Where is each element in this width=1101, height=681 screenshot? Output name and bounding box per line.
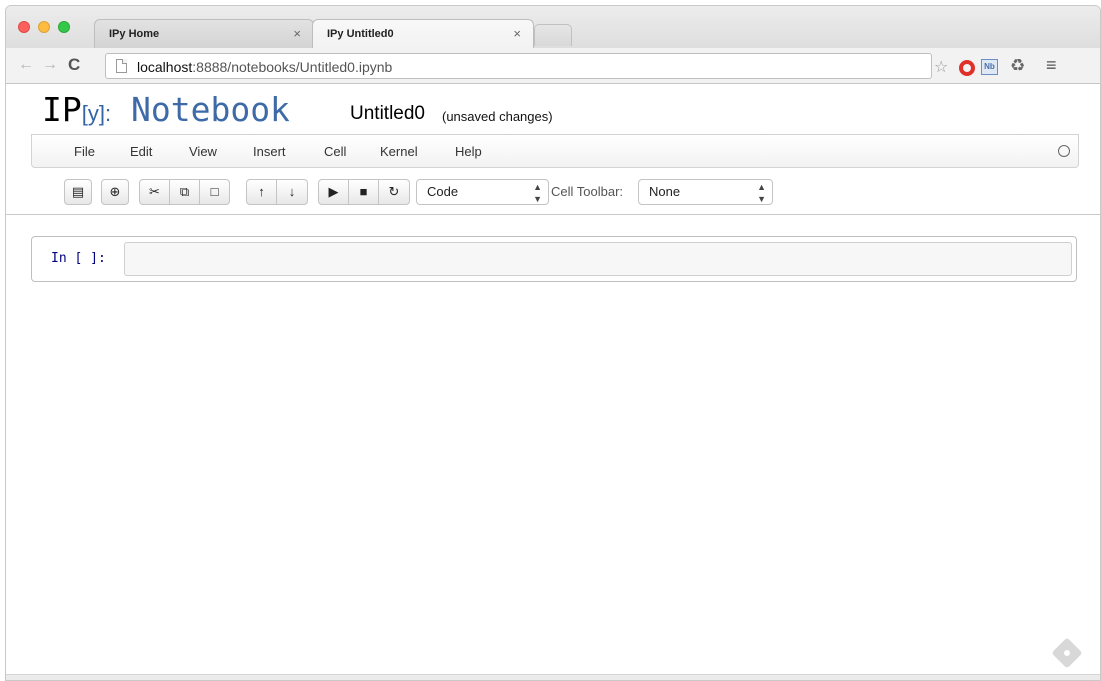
tab-close-icon[interactable]: × [293,26,301,41]
restart-button[interactable]: ↻ [379,179,410,205]
reload-icon[interactable]: C [68,55,80,75]
menu-cell[interactable]: Cell [324,144,346,159]
tab-label: IPy Home [109,28,160,40]
close-window-button[interactable] [18,21,30,33]
tab-strip: IPy Home × IPy Untitled0 × [6,6,1100,48]
copy-icon: ⧉ [179,184,190,199]
zoom-window-button[interactable] [58,21,70,33]
insert-cell-button[interactable]: ⊕ [101,179,129,205]
tab-close-icon[interactable]: × [513,26,521,41]
url-text: localhost:8888/notebooks/Untitled0.ipynb [137,59,393,75]
url-input[interactable]: localhost:8888/notebooks/Untitled0.ipynb [105,53,932,79]
nb-extension-icon[interactable]: Nb [981,59,998,75]
code-input[interactable] [124,242,1072,276]
star-icon[interactable]: ☆ [934,57,948,77]
scissors-icon: ✂ [149,184,160,199]
address-bar-row: ← → C localhost:8888/notebooks/Untitled0… [6,48,1100,84]
play-icon: ▶ [328,184,339,199]
new-tab-button[interactable] [534,24,572,46]
cell-type-select[interactable]: Code ▲ ▼ [416,179,549,205]
move-down-button[interactable]: ↓ [277,179,308,205]
opera-icon[interactable] [959,60,975,76]
diamond-icon [1051,637,1083,669]
page-icon [116,59,127,73]
tab-label: IPy Untitled0 [327,28,394,40]
window-bottom-edge [6,674,1100,680]
plus-circle-icon: ⊕ [109,184,121,199]
notebook-header: IP[y]: Notebook Untitled0 (unsaved chang… [6,84,1100,134]
save-status: (unsaved changes) [442,109,553,124]
cell-toolbar-select[interactable]: None ▲ ▼ [638,179,773,205]
menu-bar: File Edit View Insert Cell Kernel Help [31,134,1079,168]
notebook-page: IP[y]: Notebook Untitled0 (unsaved chang… [6,84,1100,680]
menu-help[interactable]: Help [455,144,482,159]
code-cell[interactable]: In [ ]: [31,236,1077,282]
save-button[interactable]: ▤ [64,179,92,205]
kernel-status-icon [1058,145,1070,157]
floppy-disk-icon: ▤ [71,184,85,199]
menu-edit[interactable]: Edit [130,144,152,159]
restart-icon: ↻ [388,184,400,199]
arrow-down-icon: ↓ [288,184,296,199]
toolbar: ▤ ⊕ ✂ ⧉ □ ↑ ↓ ▶ ■ ↻ Code ▲ ▼ Cell Toolbar… [6,168,1100,214]
minimize-window-button[interactable] [38,21,50,33]
menu-kernel[interactable]: Kernel [380,144,418,159]
input-prompt: In [ ]: [51,251,106,266]
menu-file[interactable]: File [74,144,95,159]
header-divider [6,214,1100,215]
browser-window: IPy Home × IPy Untitled0 × ← → C localho… [5,5,1101,681]
copy-button[interactable]: ⧉ [170,179,200,205]
stop-icon: ■ [359,184,368,199]
interrupt-button[interactable]: ■ [349,179,379,205]
paste-icon: □ [210,184,219,199]
move-up-button[interactable]: ↑ [246,179,277,205]
tab-ipy-home[interactable]: IPy Home × [94,19,314,48]
arrow-up-icon: ↑ [258,184,265,199]
cut-button[interactable]: ✂ [139,179,170,205]
back-arrow-icon[interactable]: ← [18,56,34,74]
tab-ipy-untitled0[interactable]: IPy Untitled0 × [312,19,534,48]
run-button[interactable]: ▶ [318,179,349,205]
paste-button[interactable]: □ [200,179,230,205]
notebook-name[interactable]: Untitled0 [350,103,425,125]
menu-insert[interactable]: Insert [253,144,286,159]
ipython-logo[interactable]: IP[y]: Notebook [42,90,290,129]
cell-toolbar-label: Cell Toolbar: [551,184,624,199]
forward-arrow-icon[interactable]: → [42,56,58,74]
menu-view[interactable]: View [189,144,217,159]
hamburger-menu-icon[interactable]: ≡ [1046,55,1057,76]
select-arrows-icon: ▲ ▼ [757,182,766,204]
select-arrows-icon: ▲ ▼ [533,182,542,204]
recycle-icon[interactable]: ♻ [1010,56,1025,76]
